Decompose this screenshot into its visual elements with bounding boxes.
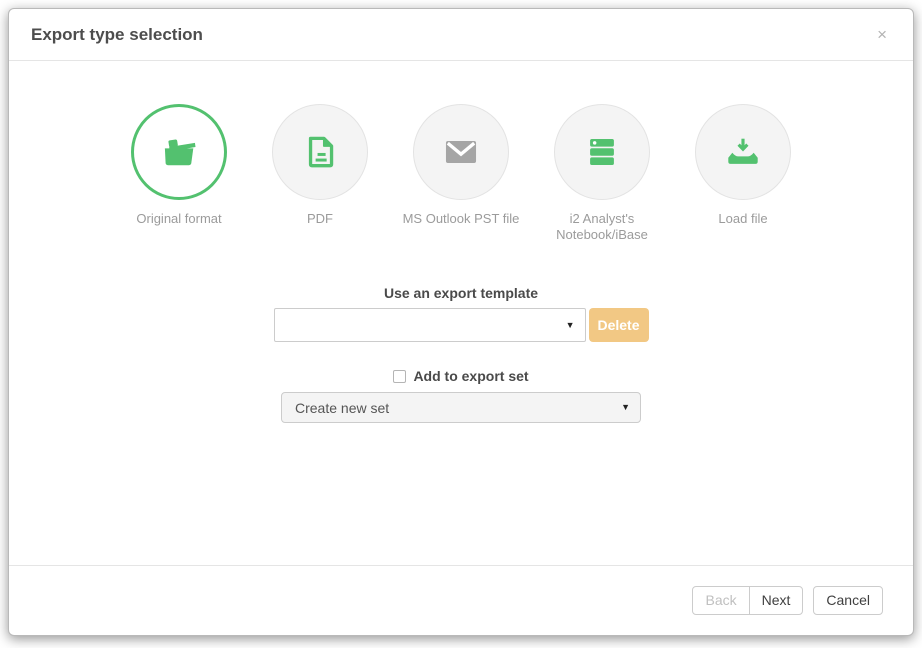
close-icon[interactable]: × — [873, 24, 891, 45]
dialog-title: Export type selection — [31, 25, 873, 45]
export-type-circle — [272, 104, 368, 200]
export-type-label: Original format — [136, 211, 221, 227]
back-button[interactable]: Back — [692, 586, 749, 615]
cancel-button[interactable]: Cancel — [813, 586, 883, 615]
export-type-load-file[interactable]: Load file — [673, 104, 814, 243]
folder-open-icon — [157, 130, 201, 174]
template-select[interactable]: ▼ — [274, 308, 586, 342]
export-type-label: i2 Analyst's Notebook/iBase — [538, 211, 666, 243]
next-button[interactable]: Next — [749, 586, 804, 615]
back-next-button-group: Back Next — [692, 586, 803, 615]
export-type-label: MS Outlook PST file — [403, 211, 520, 227]
document-icon — [299, 131, 341, 173]
export-set-checkbox[interactable] — [393, 370, 406, 383]
export-type-label: PDF — [307, 211, 333, 227]
dialog-footer: Back Next Cancel — [9, 565, 913, 635]
export-type-i2-analysts-notebook[interactable]: i2 Analyst's Notebook/iBase — [532, 104, 673, 243]
template-heading: Use an export template — [384, 284, 538, 302]
download-tray-icon — [722, 131, 764, 173]
envelope-icon — [439, 130, 483, 174]
export-type-circle — [554, 104, 650, 200]
chevron-down-icon: ▼ — [621, 403, 640, 412]
export-type-label: Load file — [718, 211, 767, 227]
export-type-pdf[interactable]: PDF — [250, 104, 391, 243]
export-type-circle — [413, 104, 509, 200]
export-type-circle — [695, 104, 791, 200]
dialog-body: Original format PDF — [9, 61, 913, 565]
export-set-checkbox-label: Add to export set — [413, 368, 528, 384]
export-type-ms-outlook-pst[interactable]: MS Outlook PST file — [391, 104, 532, 243]
chevron-down-icon: ▼ — [566, 321, 585, 330]
export-type-list: Original format PDF — [109, 104, 814, 243]
template-row: ▼ Delete — [274, 308, 649, 342]
export-type-circle — [131, 104, 227, 200]
delete-button[interactable]: Delete — [589, 308, 649, 342]
export-set-select-value: Create new set — [282, 400, 621, 416]
export-type-original-format[interactable]: Original format — [109, 104, 250, 243]
export-type-dialog: Export type selection × — [8, 8, 914, 636]
dialog-header: Export type selection × — [9, 9, 913, 61]
export-set-select[interactable]: Create new set ▼ — [281, 392, 641, 423]
add-to-export-set-row[interactable]: Add to export set — [393, 368, 528, 384]
server-stack-icon — [581, 131, 623, 173]
